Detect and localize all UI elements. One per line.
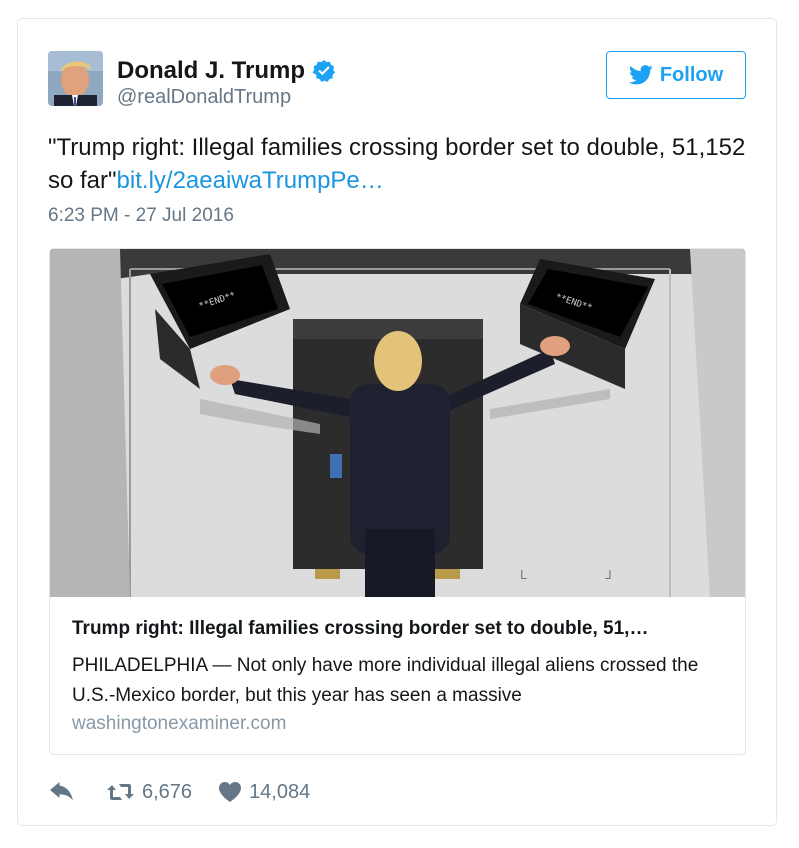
retweet-count: 6,676	[142, 780, 193, 803]
user-name-row: Donald J. Trump	[117, 56, 336, 86]
heart-icon	[219, 782, 242, 802]
follow-button[interactable]: Follow	[606, 51, 746, 99]
retweet-button[interactable]: 6,676	[107, 781, 192, 804]
user-handle[interactable]: @realDonaldTrump	[117, 86, 291, 109]
card-description: PHILADELPHIA — Not only have more indivi…	[72, 655, 699, 706]
card-title[interactable]: Trump right: Illegal families crossing b…	[72, 618, 732, 640]
verified-badge-icon	[312, 60, 336, 82]
like-button[interactable]: 14,084	[219, 781, 310, 804]
bird-icon	[628, 65, 653, 85]
link-card[interactable]: **END** **END** L ⅃ Trump right: Illegal…	[49, 248, 746, 755]
svg-text:⅃: ⅃	[604, 568, 612, 582]
tweet-text: "Trump right: Illegal families crossing …	[48, 131, 748, 197]
reply-button[interactable]	[50, 782, 74, 802]
avatar[interactable]	[48, 51, 103, 106]
follow-label: Follow	[659, 63, 724, 86]
card-domain: washingtonexaminer.com	[72, 713, 287, 734]
tweet-timestamp[interactable]: 6:23 PM - 27 Jul 2016	[48, 205, 234, 227]
tweet-link[interactable]: bit.ly/2aeaiwaTrumpPe…	[117, 167, 384, 194]
reply-icon	[50, 782, 73, 801]
svg-text:L: L	[520, 568, 527, 582]
retweet-icon	[107, 784, 134, 800]
tweet-actions: 6,676 14,084	[50, 777, 310, 807]
card-image[interactable]: **END** **END** L ⅃	[50, 249, 745, 597]
like-count: 14,084	[249, 780, 311, 803]
tweet-card: Donald J. Trump @realDonaldTrump Follow …	[17, 18, 777, 826]
user-name[interactable]: Donald J. Trump	[117, 57, 305, 85]
